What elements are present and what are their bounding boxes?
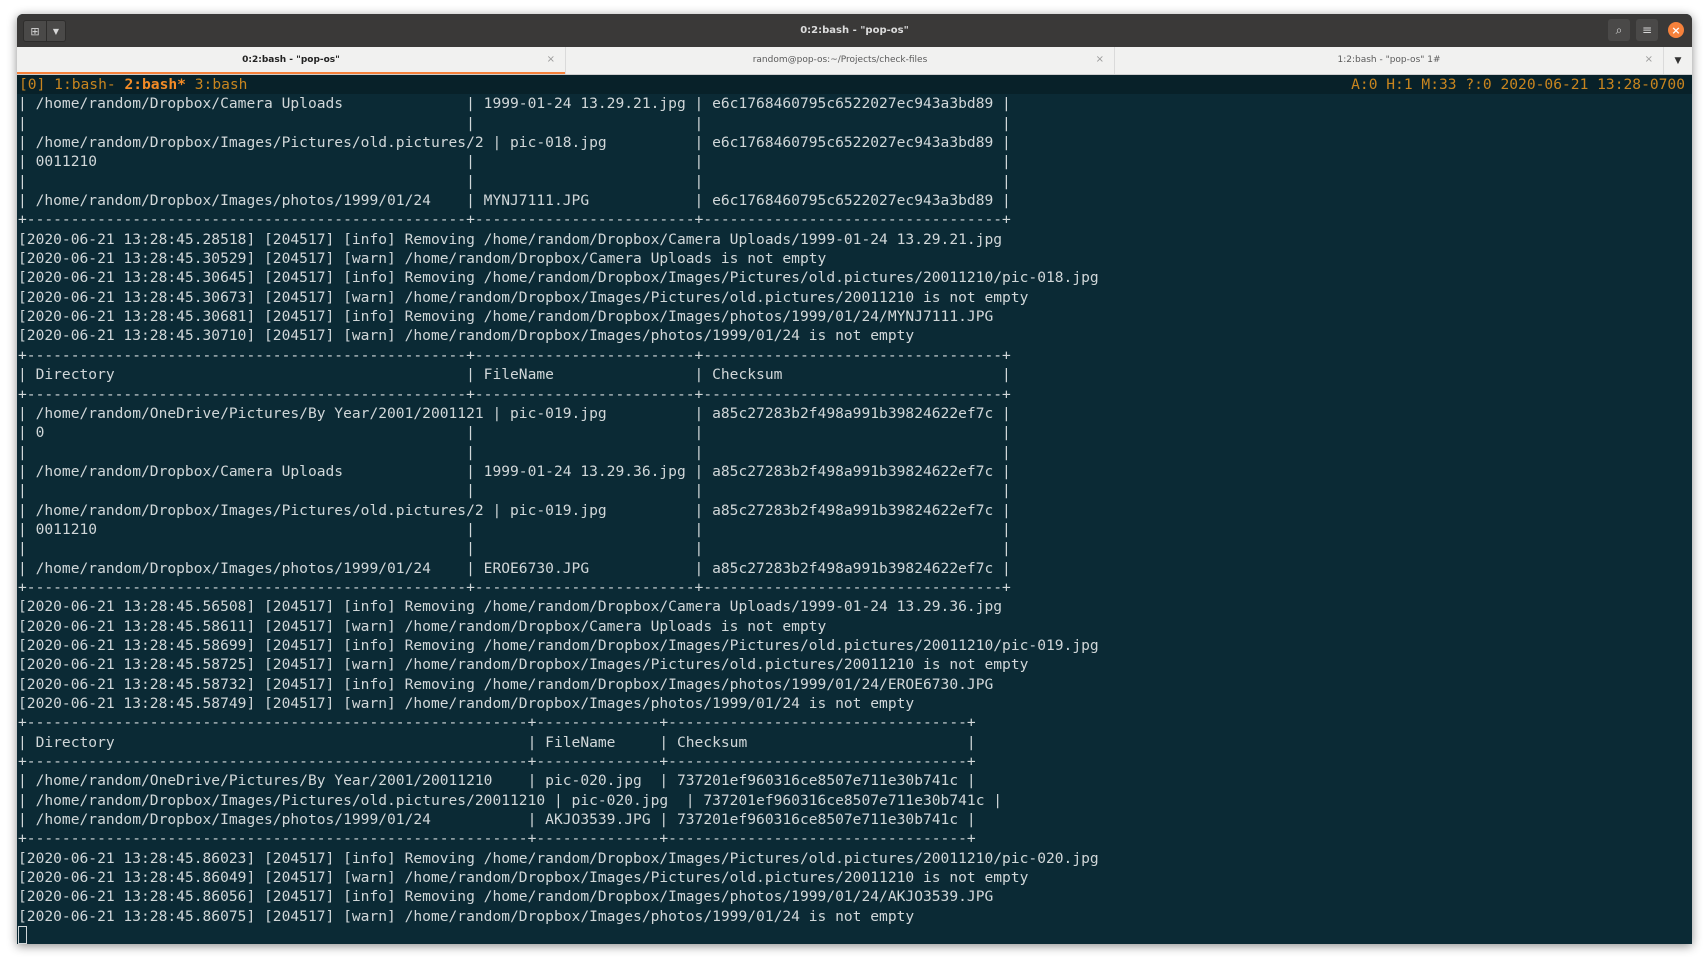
terminal-line: [2020-06-21 13:28:45.86023] [204517] [in… bbox=[18, 849, 1099, 867]
tab-bar: 0:2:bash - "pop-os" × random@pop-os:~/Pr… bbox=[17, 47, 1692, 75]
terminal-line: [2020-06-21 13:28:45.30529] [204517] [wa… bbox=[18, 250, 827, 268]
tab-1[interactable]: random@pop-os:~/Projects/check-files × bbox=[566, 47, 1115, 74]
terminal-output[interactable]: [0] 1:bash- 2:bash* 3:bash A:0 H:1 M:33 … bbox=[17, 75, 1692, 944]
terminal-line: +---------------------------------------… bbox=[18, 578, 1011, 596]
menu-button[interactable]: ≡ bbox=[1636, 19, 1658, 41]
terminal-line: +---------------------------------------… bbox=[18, 346, 1011, 364]
window-title: 0:2:bash - "pop-os" bbox=[800, 25, 909, 36]
close-window-button[interactable]: × bbox=[1668, 22, 1684, 38]
terminal-line: [2020-06-21 13:28:45.86049] [204517] [wa… bbox=[18, 869, 1029, 887]
tmux-window-2-active: 2:bash* bbox=[124, 76, 186, 93]
terminal-line: +---------------------------------------… bbox=[18, 385, 1011, 403]
tab-2[interactable]: 1:2:bash - "pop-os" 1# × bbox=[1115, 47, 1664, 74]
terminal-line: | Directory | FileName | Checksum | bbox=[18, 733, 976, 751]
terminal-line: [2020-06-21 13:28:45.58611] [204517] [wa… bbox=[18, 617, 827, 635]
terminal-line: [2020-06-21 13:28:45.58732] [204517] [in… bbox=[18, 675, 994, 693]
terminal-line: [2020-06-21 13:28:45.28518] [204517] [in… bbox=[18, 230, 1003, 248]
hamburger-icon: ≡ bbox=[1641, 23, 1653, 37]
chevron-down-icon: ▼ bbox=[1674, 55, 1682, 66]
terminal-line: | /home/random/Dropbox/Camera Uploads | … bbox=[18, 462, 1011, 480]
terminal-line: | /home/random/Dropbox/Camera Uploads | … bbox=[18, 95, 1011, 113]
terminal-line: | /home/random/Dropbox/Images/Pictures/o… bbox=[18, 791, 1003, 809]
terminal-line: +---------------------------------------… bbox=[18, 714, 976, 732]
tmux-status-bar: [0] 1:bash- 2:bash* 3:bash A:0 H:1 M:33 … bbox=[17, 75, 1692, 95]
title-bar: ⊞ ▼ 0:2:bash - "pop-os" ⌕ ≡ × bbox=[17, 14, 1692, 47]
tab-close-icon[interactable]: × bbox=[1645, 47, 1653, 73]
terminal-line: [2020-06-21 13:28:45.30710] [204517] [wa… bbox=[18, 327, 915, 345]
terminal-line: | | | | bbox=[18, 443, 1011, 461]
terminal-line: [2020-06-21 13:28:45.30673] [204517] [wa… bbox=[18, 288, 1029, 306]
tmux-session: [0] bbox=[19, 76, 55, 93]
terminal-line: | /home/random/Dropbox/Images/photos/199… bbox=[18, 192, 1011, 210]
tab-label: 0:2:bash - "pop-os" bbox=[242, 55, 340, 65]
tmux-status-right: A:0 H:1 M:33 ?:0 2020-06-21 13:28-0700 bbox=[1351, 76, 1685, 93]
terminal-line: | /home/random/OneDrive/Pictures/By Year… bbox=[18, 404, 1011, 422]
terminal-line: [2020-06-21 13:28:45.30645] [204517] [in… bbox=[18, 269, 1099, 287]
terminal-line: +---------------------------------------… bbox=[18, 211, 1011, 229]
terminal-line: | 0011210 | | | bbox=[18, 153, 1011, 171]
terminal-line: | Directory | FileName | Checksum | bbox=[18, 366, 1011, 384]
tmux-window-list: [0] 1:bash- 2:bash* 3:bash bbox=[19, 75, 247, 94]
terminal-window: ⊞ ▼ 0:2:bash - "pop-os" ⌕ ≡ × 0:2:bash -… bbox=[17, 14, 1692, 944]
terminal-line: [2020-06-21 13:28:45.56508] [204517] [in… bbox=[18, 598, 1003, 616]
terminal-line: | /home/random/OneDrive/Pictures/By Year… bbox=[18, 772, 976, 790]
terminal-line: | /home/random/Dropbox/Images/Pictures/o… bbox=[18, 134, 1011, 152]
tab-label: random@pop-os:~/Projects/check-files bbox=[752, 55, 928, 65]
terminal-line: | | | | bbox=[18, 482, 1011, 500]
tab-label: 1:2:bash - "pop-os" 1# bbox=[1337, 55, 1441, 65]
tab-close-icon[interactable]: × bbox=[1096, 47, 1104, 73]
terminal-line: | /home/random/Dropbox/Images/Pictures/o… bbox=[18, 501, 1011, 519]
tmux-window-3: 3:bash bbox=[185, 76, 248, 93]
tmux-window-1: 1:bash- bbox=[54, 76, 125, 93]
terminal-line: | /home/random/Dropbox/Images/photos/199… bbox=[18, 559, 1011, 577]
terminal-line: | /home/random/Dropbox/Images/photos/199… bbox=[18, 811, 976, 829]
terminal-line: +---------------------------------------… bbox=[18, 753, 976, 771]
terminal-line: [2020-06-21 13:28:45.58749] [204517] [wa… bbox=[18, 695, 915, 712]
terminal-line: [2020-06-21 13:28:45.86075] [204517] [wa… bbox=[18, 907, 915, 925]
terminal-line: | | | | bbox=[18, 114, 1011, 132]
tab-0[interactable]: 0:2:bash - "pop-os" × bbox=[17, 47, 566, 74]
terminal-line: [2020-06-21 13:28:45.86056] [204517] [in… bbox=[18, 888, 994, 906]
prompt-line[interactable] bbox=[17, 926, 1692, 944]
search-icon: ⌕ bbox=[1615, 22, 1623, 37]
terminal-line: +---------------------------------------… bbox=[18, 830, 976, 848]
tab-list-menu-button[interactable]: ▼ bbox=[1664, 47, 1692, 74]
terminal-line: [2020-06-21 13:28:45.30681] [204517] [in… bbox=[18, 308, 994, 326]
search-button[interactable]: ⌕ bbox=[1608, 19, 1630, 41]
terminal-line: [2020-06-21 13:28:45.58725] [204517] [wa… bbox=[18, 656, 1029, 674]
terminal-line: | 0011210 | | | bbox=[18, 520, 1011, 538]
terminal-line: | 0 | | | bbox=[18, 424, 1011, 442]
tab-close-icon[interactable]: × bbox=[547, 47, 555, 73]
terminal-line: | | | | bbox=[18, 540, 1011, 558]
window-controls: ⌕ ≡ × bbox=[1608, 19, 1684, 41]
terminal-lines: | /home/random/Dropbox/Camera Uploads | … bbox=[17, 94, 1692, 926]
close-icon: × bbox=[1671, 23, 1681, 37]
terminal-cursor bbox=[18, 926, 27, 944]
terminal-line: [2020-06-21 13:28:45.58699] [204517] [in… bbox=[18, 636, 1099, 654]
terminal-line: | | | | bbox=[18, 172, 1011, 190]
